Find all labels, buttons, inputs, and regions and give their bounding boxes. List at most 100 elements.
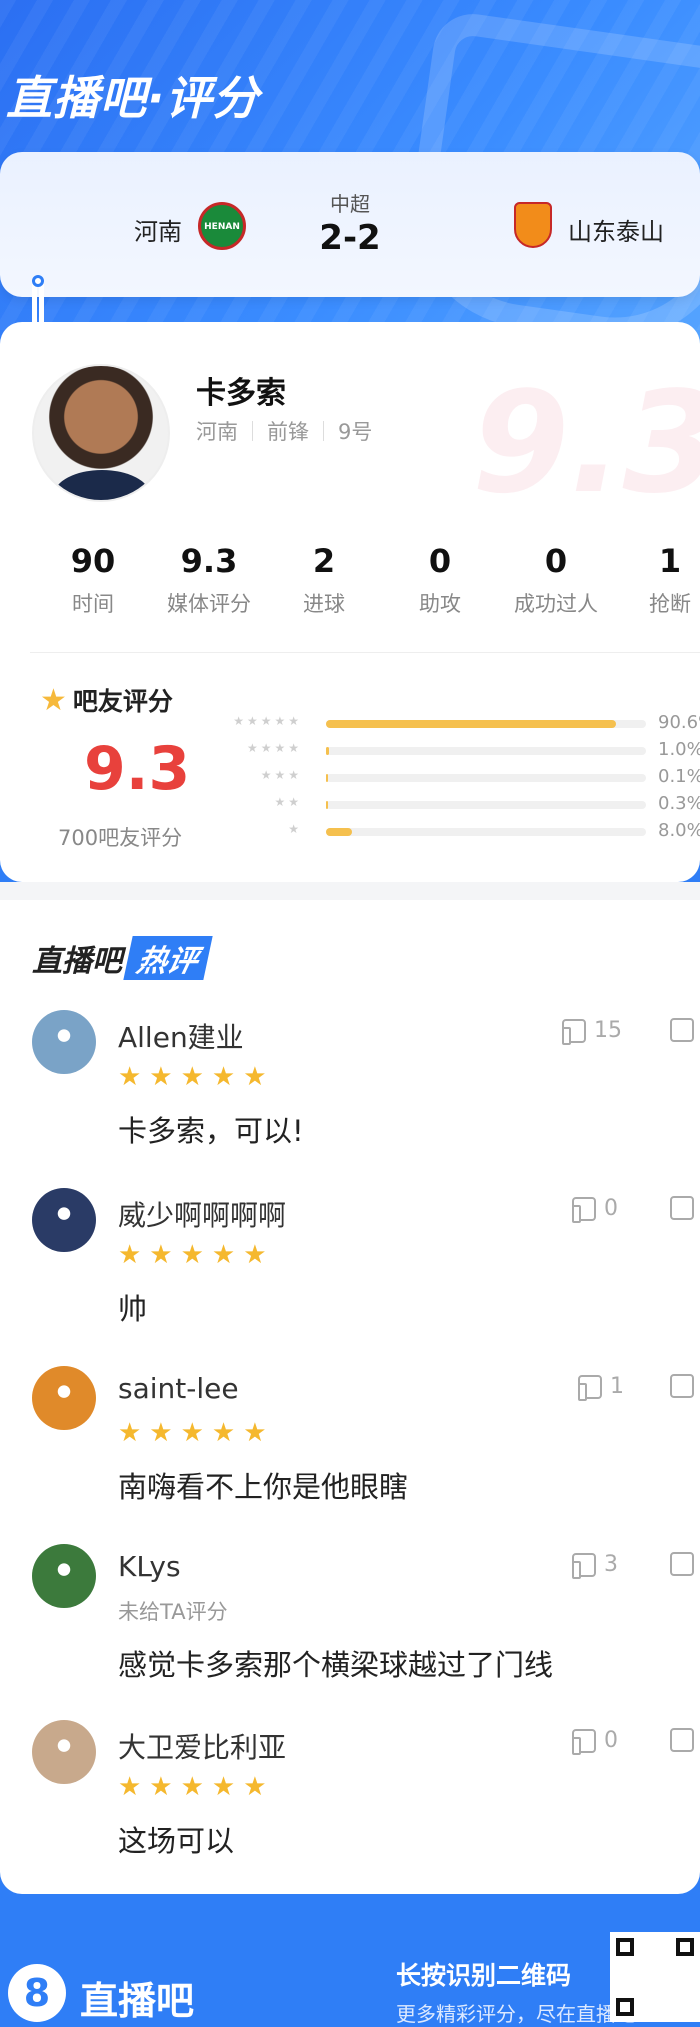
hot-comments-title: 直播吧 热评: [32, 936, 213, 980]
comment-stars: ★★★★★: [118, 1240, 275, 1270]
stat-value: 2: [312, 542, 336, 580]
distribution-stars: ★★: [274, 795, 302, 809]
player-team: 河南: [196, 420, 238, 444]
comment-user[interactable]: Allen建业: [118, 1016, 244, 1056]
distribution-stars: ★: [288, 822, 302, 836]
distribution-bar: [326, 828, 646, 836]
comment-item: 大卫爱比利亚 ★★★★★ 这场可以 0: [0, 1720, 700, 1880]
comment-text: 卡多索，可以!: [118, 1114, 304, 1148]
like-button[interactable]: 15: [562, 1018, 622, 1045]
thumbs-down-icon[interactable]: [670, 1196, 694, 1220]
like-button[interactable]: 0: [572, 1728, 618, 1755]
distribution-bar: [326, 720, 646, 728]
stat-label: 进球: [303, 592, 345, 616]
big-score-watermark: 9.3: [471, 362, 700, 525]
avatar[interactable]: [32, 1010, 96, 1074]
distribution-row: ★ 8.0%: [232, 820, 700, 847]
distribution-fill: [326, 747, 330, 755]
distribution-row: ★★★★★ 90.6%: [232, 712, 700, 739]
stat-item: 90 时间: [33, 542, 153, 618]
avatar[interactable]: [32, 1366, 96, 1430]
stat-label: 时间: [72, 592, 114, 616]
like-button[interactable]: 1: [578, 1374, 624, 1401]
qr-title: 长按识别二维码: [396, 1961, 572, 1990]
comment-user[interactable]: 威少啊啊啊啊: [118, 1194, 286, 1234]
comment-item: saint-lee ★★★★★ 南嗨看不上你是他眼瞎 1: [0, 1366, 700, 1526]
distribution-percent: 0.3%: [658, 793, 700, 814]
distribution-bar: [326, 801, 646, 809]
fan-score: 9.3: [84, 734, 191, 804]
comment-text: 帅: [118, 1292, 148, 1326]
qr-code-icon[interactable]: [610, 1932, 700, 2022]
stat-label: 抢断: [649, 592, 691, 616]
like-count: 0: [604, 1196, 618, 1221]
comment-item: 威少啊啊啊啊 ★★★★★ 帅 0: [0, 1188, 700, 1348]
avatar[interactable]: [32, 1720, 96, 1784]
like-button[interactable]: 0: [572, 1196, 618, 1223]
stats-row: 90 时间 9.3 媒体评分 2 进球 0 助攻 0 成功过人 1 抢断: [0, 542, 700, 632]
stat-label: 媒体评分: [167, 592, 251, 616]
hot-title-a: 直播吧: [32, 944, 122, 979]
brand-logo-icon: 8: [8, 1964, 66, 2022]
comment-stars: ★★★★★: [118, 1062, 275, 1092]
section-gap: [0, 882, 700, 900]
distribution-bar: [326, 747, 646, 755]
away-team-logo-icon: [514, 202, 552, 248]
player-number: 9号: [338, 420, 373, 444]
comment-user[interactable]: 大卫爱比利亚: [118, 1726, 286, 1766]
stat-label: 成功过人: [514, 592, 598, 616]
like-button[interactable]: 3: [572, 1552, 618, 1579]
section-divider: [30, 652, 700, 653]
player-card: 9.3 卡多索 河南 前锋 9号 90 时间 9.3 媒体评分 2 进球 0 助攻 0 成…: [0, 322, 700, 882]
comment-stars: ★★★★★: [118, 1418, 275, 1448]
comment-user[interactable]: saint-lee: [118, 1372, 239, 1405]
stat-value: 1: [658, 542, 682, 580]
comment-text: 这场可以: [118, 1824, 235, 1858]
thumbs-down-icon[interactable]: [670, 1374, 694, 1398]
qr-subtitle: 更多精彩评分，尽在直播吧: [396, 2002, 636, 2026]
distribution-stars: ★★★★: [246, 741, 302, 755]
distribution-fill: [326, 774, 328, 782]
distribution-bar: [326, 774, 646, 782]
fan-rating-title: ★ 吧友评分: [40, 682, 173, 718]
thumbs-down-icon[interactable]: [670, 1728, 694, 1752]
stat-label: 助攻: [419, 592, 461, 616]
distribution-row: ★★★ 0.1%: [232, 766, 700, 793]
meta-divider: [323, 421, 324, 441]
distribution-stars: ★★★★★: [233, 714, 302, 728]
player-meta: 河南 前锋 9号: [196, 416, 372, 446]
player-position: 前锋: [267, 420, 309, 444]
comment-text: 感觉卡多索那个横梁球越过了门线: [118, 1648, 554, 1682]
comment-user[interactable]: KLys: [118, 1550, 181, 1583]
distribution-row: ★★ 0.3%: [232, 793, 700, 820]
qr-marker: [616, 1938, 634, 1956]
qr-marker: [616, 1998, 634, 2016]
comment-item: Allen建业 ★★★★★ 卡多索，可以! 15: [0, 1010, 700, 1170]
distribution-row: ★★★★ 1.0%: [232, 739, 700, 766]
star-icon: ★: [40, 682, 67, 718]
footer: 8 直播吧 长按识别二维码 更多精彩评分，尽在直播吧: [0, 1894, 700, 2026]
thumbs-down-icon[interactable]: [670, 1552, 694, 1576]
fan-rating-title-text: 吧友评分: [72, 687, 173, 716]
comment-no-rating: 未给TA评分: [118, 1600, 228, 1624]
stat-item: 0 助攻: [380, 542, 500, 618]
stat-item: 0 成功过人: [496, 542, 616, 618]
distribution-percent: 8.0%: [658, 820, 700, 841]
stat-item: 2 进球: [264, 542, 384, 618]
stat-value: 90: [70, 542, 116, 580]
player-avatar: [32, 364, 170, 502]
rating-distribution: ★★★★★ 90.6% ★★★★ 1.0% ★★★ 0.1% ★★ 0.3% ★ 8.0%: [232, 712, 700, 847]
away-team-name: 山东泰山: [568, 218, 664, 246]
thumbs-up-icon: [562, 1018, 586, 1045]
avatar[interactable]: [32, 1544, 96, 1608]
stat-value: 9.3: [180, 542, 238, 580]
meta-divider: [252, 421, 253, 441]
avatar[interactable]: [32, 1188, 96, 1252]
like-count: 15: [594, 1018, 622, 1043]
like-count: 1: [610, 1374, 624, 1399]
thumbs-down-icon[interactable]: [670, 1018, 694, 1042]
distribution-fill: [326, 801, 328, 809]
match-card[interactable]: 河南 HENAN 中超 2-2 山东泰山: [0, 152, 700, 297]
comment-stars: ★★★★★: [118, 1772, 275, 1802]
distribution-percent: 0.1%: [658, 766, 700, 787]
